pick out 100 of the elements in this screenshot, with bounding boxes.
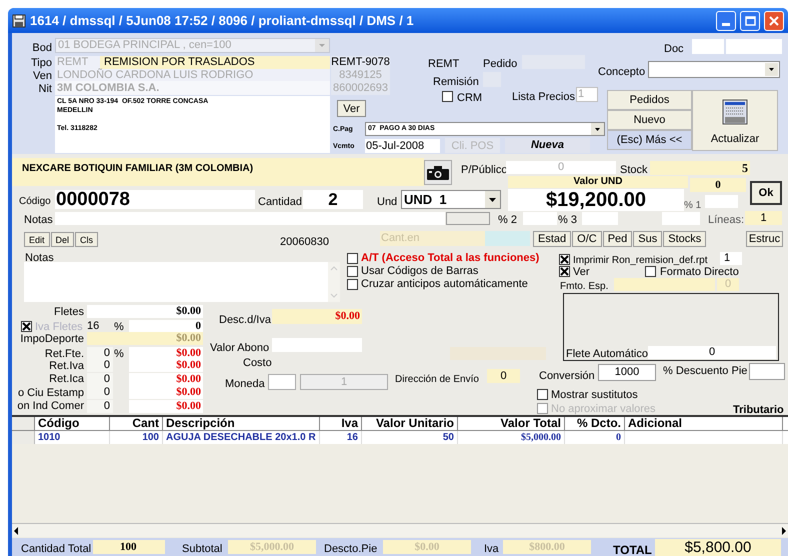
input-field[interactable] xyxy=(662,212,700,225)
field-label: % Descuento Pie xyxy=(663,364,748,379)
input-field[interactable] xyxy=(485,231,530,246)
input-field[interactable] xyxy=(268,374,296,390)
rate-field[interactable]: 0 xyxy=(87,359,113,372)
amount-field[interactable]: $0.00 xyxy=(87,305,203,318)
price-field[interactable]: $19,200.00 xyxy=(508,189,684,211)
column-header[interactable]: Valor Total xyxy=(458,417,565,430)
input-field[interactable]: 0 xyxy=(487,369,520,383)
input-field[interactable] xyxy=(272,338,362,352)
checkbox[interactable] xyxy=(645,266,656,277)
command-button[interactable]: Pedidos xyxy=(607,90,692,110)
input-field[interactable]: 5 xyxy=(650,161,750,175)
combo-box[interactable] xyxy=(648,61,780,78)
table-cell: 0 xyxy=(565,431,625,444)
input-field[interactable] xyxy=(446,212,490,225)
checkbox[interactable] xyxy=(21,321,32,332)
input-field[interactable]: 0 xyxy=(690,178,746,192)
scrollbar[interactable] xyxy=(328,262,340,302)
quantity-field[interactable]: 2 xyxy=(303,190,363,209)
field-label: Conversión xyxy=(539,369,595,384)
checkbox[interactable] xyxy=(347,266,358,276)
toolbar-button[interactable]: Cls xyxy=(75,232,98,247)
right-arrow-icon xyxy=(780,526,788,534)
ok-button[interactable]: Ok xyxy=(750,181,782,205)
column-header[interactable]: Cant xyxy=(110,417,163,430)
column-header[interactable]: Adicional xyxy=(625,417,783,430)
combo-box[interactable]: UND 1 xyxy=(401,190,501,209)
input-field[interactable]: 1 xyxy=(745,211,782,225)
minimize-button[interactable] xyxy=(716,10,736,30)
checkbox-label: Usar Códigos de Barras xyxy=(361,264,478,278)
column-header[interactable]: Código xyxy=(35,417,110,430)
field-label: Stock xyxy=(620,163,648,177)
checkbox[interactable] xyxy=(442,91,453,102)
camera-button[interactable] xyxy=(424,160,452,185)
rate-field[interactable]: 0 xyxy=(87,386,113,400)
notes-field[interactable] xyxy=(55,212,445,225)
input-field[interactable]: 0 xyxy=(648,346,776,359)
amount-field[interactable]: $0.00 xyxy=(129,400,203,413)
amount-field[interactable]: $0.00 xyxy=(129,359,203,372)
percent-sign: % xyxy=(114,320,125,334)
ver-button[interactable]: Ver xyxy=(337,100,366,117)
field-label: Valor UND xyxy=(508,176,688,188)
column-header[interactable]: Descripción xyxy=(163,417,320,430)
toolbar-button[interactable]: Estad xyxy=(533,231,572,247)
charge-label: o Ciu Estamp xyxy=(18,386,84,400)
input-field[interactable]: 05-Jul-2008 xyxy=(365,139,440,153)
percent-sign: % xyxy=(114,346,125,362)
row-header[interactable] xyxy=(12,431,35,444)
rate-field[interactable]: 0 xyxy=(87,372,113,386)
toolbar-button[interactable]: Del xyxy=(50,232,74,247)
table-cell: $5,000.00 xyxy=(458,431,565,444)
rate-field[interactable]: 16 xyxy=(87,320,113,334)
charge-label: Fletes xyxy=(54,304,84,320)
amount-field[interactable]: $0.00 xyxy=(129,372,203,386)
command-button[interactable]: (Esc) Más << xyxy=(607,130,692,150)
checkbox[interactable] xyxy=(537,389,548,400)
column-header[interactable]: Iva xyxy=(320,417,362,430)
input-field[interactable] xyxy=(692,39,724,54)
toolbar-button[interactable]: Edit xyxy=(24,232,50,247)
maximize-button[interactable] xyxy=(740,10,760,30)
amount-field[interactable]: 0 xyxy=(129,320,203,334)
input-field[interactable] xyxy=(582,212,618,225)
field-label: Código xyxy=(19,195,51,209)
input-field[interactable]: 1000 xyxy=(598,364,656,381)
checkbox[interactable] xyxy=(559,254,570,265)
field-label: P/Público xyxy=(461,163,508,178)
toolbar-button[interactable]: O/C xyxy=(572,231,602,247)
horizontal-scrollbar[interactable] xyxy=(12,523,788,537)
structure-button[interactable]: Estruc xyxy=(746,231,783,247)
rate-field[interactable]: 0 xyxy=(87,400,113,413)
column-header[interactable]: Valor Unitario xyxy=(362,417,458,430)
checkbox[interactable] xyxy=(559,266,570,277)
close-button[interactable] xyxy=(764,10,784,30)
input-field[interactable]: REMT-9078 xyxy=(331,56,390,69)
input-field[interactable]: $0.00 xyxy=(272,309,362,324)
field-label: Desc.d/Iva xyxy=(219,313,271,328)
checkbox-label: Cruzar anticipos automáticamente xyxy=(361,276,528,292)
amount-field[interactable]: $0.00 xyxy=(129,347,203,360)
toolbar-button[interactable]: Sus xyxy=(633,231,662,247)
checkbox[interactable] xyxy=(347,252,358,264)
code-field[interactable]: 0000078 xyxy=(55,190,255,209)
checkbox[interactable] xyxy=(347,278,358,290)
input-field[interactable] xyxy=(726,39,782,54)
update-button[interactable]: Actualizar xyxy=(692,90,778,151)
camera-icon xyxy=(427,166,449,180)
command-button[interactable]: Nuevo xyxy=(607,110,692,130)
rate-field[interactable]: 0 xyxy=(87,347,113,360)
column-header[interactable]: % Dcto. xyxy=(565,417,625,430)
input-field[interactable]: 1 xyxy=(720,252,742,265)
input-field[interactable] xyxy=(523,212,557,225)
product-description: NEXCARE BOTIQUIN FAMILIAR (3M COLOMBIA) xyxy=(22,163,254,174)
field-label: Costo xyxy=(243,356,272,371)
amount-field[interactable]: $0.00 xyxy=(129,386,203,400)
toolbar-button[interactable]: Ped xyxy=(602,231,632,247)
input-field[interactable]: REMISION POR TRASLADOS xyxy=(100,56,330,69)
input-field[interactable] xyxy=(705,195,738,208)
input-field[interactable] xyxy=(614,278,715,291)
input-field[interactable] xyxy=(749,363,785,380)
toolbar-button[interactable]: Stocks xyxy=(663,231,706,247)
